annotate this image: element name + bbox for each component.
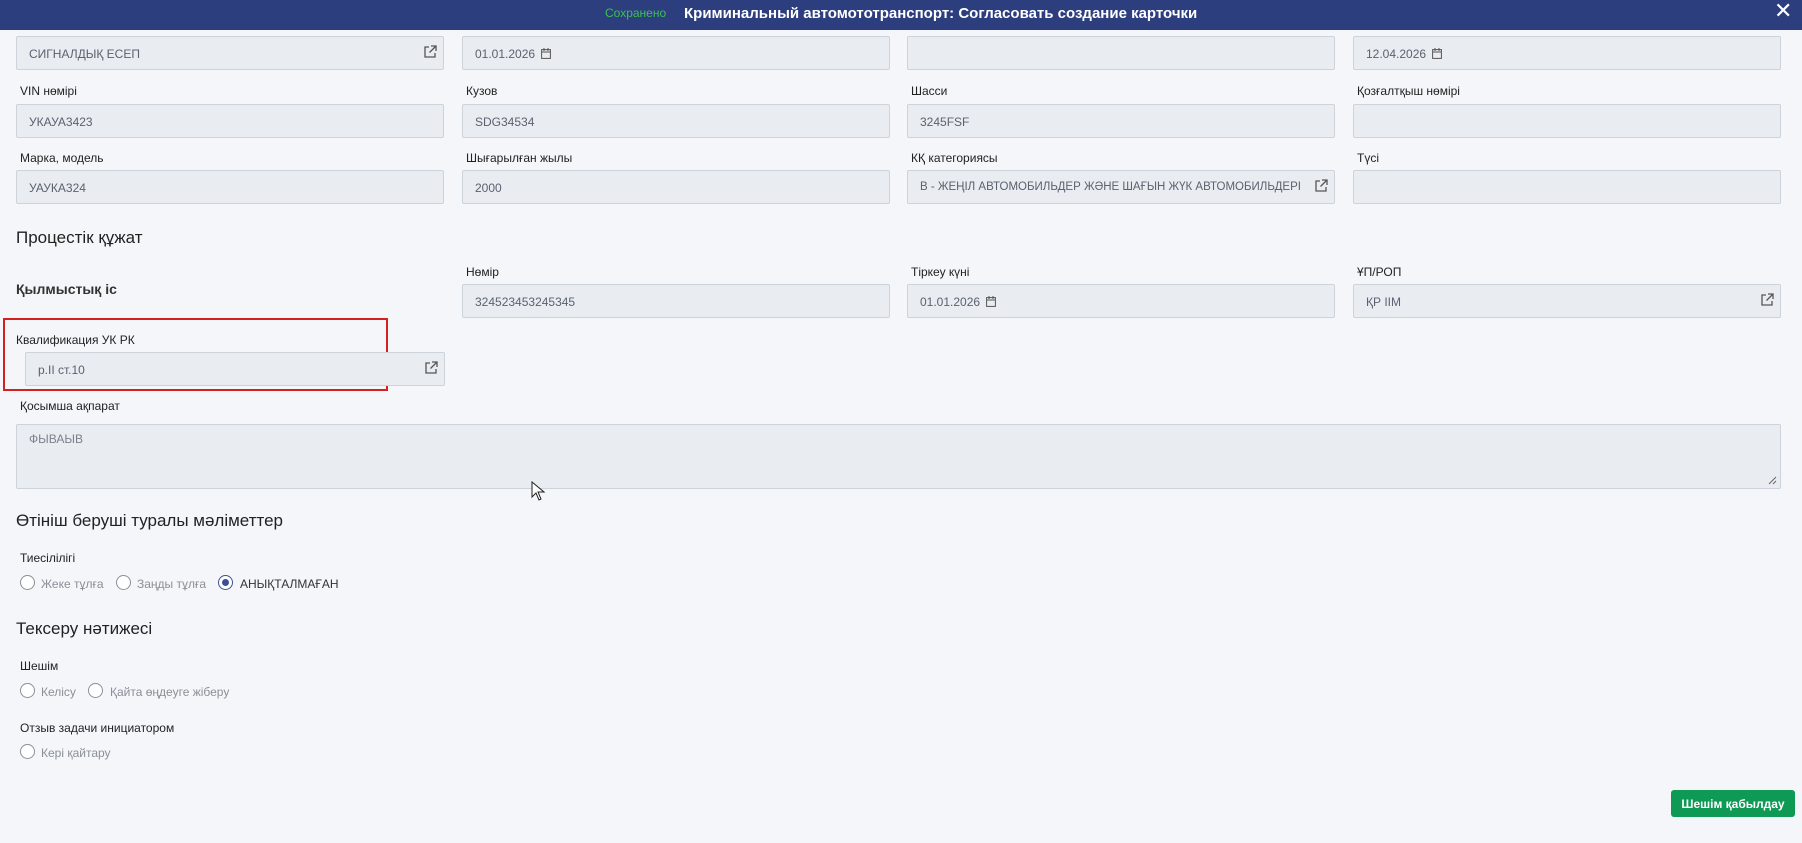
review-heading: Тексеру нәтижесі xyxy=(16,619,153,638)
additional-info-textarea[interactable]: ФЫВАЫВ xyxy=(16,424,1781,489)
date-end-field[interactable]: 12.04.2026 xyxy=(1353,36,1781,70)
number-label: Нөмір xyxy=(466,265,499,279)
department-field[interactable]: ҚР ІІМ xyxy=(1353,284,1781,318)
external-link-icon[interactable] xyxy=(1314,179,1328,193)
accounting-type-value: СИГНАЛДЫҚ ЕСЕП xyxy=(29,47,140,61)
department-label: ҰП/РОП xyxy=(1357,265,1402,279)
qualification-value: p.II ст.10 xyxy=(38,363,85,377)
date-start-value: 01.01.2026 xyxy=(475,47,536,61)
header-bar: Сохранено Криминальный автомототранспорт… xyxy=(0,0,1802,30)
radio-individual[interactable] xyxy=(20,575,35,590)
chassis-label: Шасси xyxy=(911,84,948,98)
submit-decision-button[interactable]: Шешім қабылдау xyxy=(1671,790,1795,817)
radio-approve[interactable] xyxy=(20,683,35,698)
reg-date-value: 01.01.2026 xyxy=(920,295,981,309)
qualification-field[interactable]: p.II ст.10 xyxy=(25,352,445,386)
applicant-heading: Өтініш беруші туралы мәліметтер xyxy=(16,511,283,530)
radio-return[interactable] xyxy=(20,744,35,759)
reg-date-field[interactable]: 01.01.2026 xyxy=(907,284,1335,318)
number-field[interactable]: 324523453245345 xyxy=(462,284,890,318)
page-title: Криминальный автомототранспорт: Согласов… xyxy=(684,5,1198,22)
radio-legal-entity-label[interactable]: Заңды тұлға xyxy=(137,577,206,591)
body-value: SDG34534 xyxy=(475,115,535,129)
category-field[interactable]: B - ЖЕҢІЛ АВТОМОБИЛЬДЕР ЖӘНЕ ШАҒЫН ЖҮК А… xyxy=(907,170,1335,204)
year-label: Шығарылған жылы xyxy=(466,151,573,165)
brand-field[interactable]: УАУКА324 xyxy=(16,170,444,204)
vin-field[interactable]: УКАУА3423 xyxy=(16,104,444,138)
color-label: Түсі xyxy=(1357,151,1379,165)
category-label: КҚ категориясы xyxy=(911,151,998,165)
radio-undetermined-label[interactable]: АНЫҚТАЛМАҒАН xyxy=(240,577,339,591)
external-link-icon[interactable] xyxy=(424,361,438,375)
mouse-cursor-icon xyxy=(531,481,545,501)
feedback-label: Отзыв задачи инициатором xyxy=(20,721,175,735)
body-label: Кузов xyxy=(466,84,498,98)
resize-handle-icon[interactable] xyxy=(1767,475,1777,485)
radio-individual-label[interactable]: Жеке тұлға xyxy=(41,577,104,591)
additional-info-label: Қосымша ақпарат xyxy=(20,399,120,413)
calendar-icon[interactable] xyxy=(541,48,551,59)
save-status: Сохранено xyxy=(605,6,667,20)
reg-date-label: Тіркеу күні xyxy=(911,265,970,279)
belonging-label: Тиесілілігі xyxy=(20,551,76,565)
date-start-field[interactable]: 01.01.2026 xyxy=(462,36,890,70)
year-value: 2000 xyxy=(475,181,502,195)
brand-label: Марка, модель xyxy=(20,151,104,165)
decision-label: Шешім xyxy=(20,659,59,673)
brand-value: УАУКА324 xyxy=(29,181,86,195)
engine-field[interactable] xyxy=(1353,104,1781,138)
chassis-field[interactable]: 3245FSF xyxy=(907,104,1335,138)
color-field[interactable] xyxy=(1353,170,1781,204)
vin-label: VIN нөмірі xyxy=(20,84,77,98)
radio-return-label[interactable]: Кері қайтару xyxy=(41,746,111,760)
chassis-value: 3245FSF xyxy=(920,115,970,129)
empty-field[interactable] xyxy=(907,36,1335,70)
date-end-value: 12.04.2026 xyxy=(1366,47,1427,61)
year-field[interactable]: 2000 xyxy=(462,170,890,204)
number-value: 324523453245345 xyxy=(475,295,576,309)
external-link-icon[interactable] xyxy=(423,45,437,59)
category-value: B - ЖЕҢІЛ АВТОМОБИЛЬДЕР ЖӘНЕ ШАҒЫН ЖҮК А… xyxy=(920,181,1301,193)
radio-approve-label[interactable]: Келісу xyxy=(41,685,76,699)
engine-label: Қозғалтқыш нөмірі xyxy=(1357,84,1460,98)
qualification-label: Квалификация УК РК xyxy=(16,333,135,347)
radio-undetermined[interactable] xyxy=(218,575,233,590)
vin-value: УКАУА3423 xyxy=(29,115,93,129)
radio-send-back[interactable] xyxy=(88,683,103,698)
calendar-icon[interactable] xyxy=(986,296,996,307)
procedural-heading: Процестік құжат xyxy=(16,228,143,247)
radio-send-back-label[interactable]: Қайта өңдеуге жіберу xyxy=(110,685,229,699)
additional-info-value: ФЫВАЫВ xyxy=(29,432,83,446)
calendar-icon[interactable] xyxy=(1432,48,1442,59)
accounting-type-field[interactable]: СИГНАЛДЫҚ ЕСЕП xyxy=(16,36,444,70)
criminal-case-label: Қылмыстық іс xyxy=(16,281,117,297)
body-field[interactable]: SDG34534 xyxy=(462,104,890,138)
radio-legal-entity[interactable] xyxy=(116,575,131,590)
department-value: ҚР ІІМ xyxy=(1366,295,1401,309)
close-icon[interactable]: ✕ xyxy=(1774,0,1792,22)
external-link-icon[interactable] xyxy=(1760,293,1774,307)
